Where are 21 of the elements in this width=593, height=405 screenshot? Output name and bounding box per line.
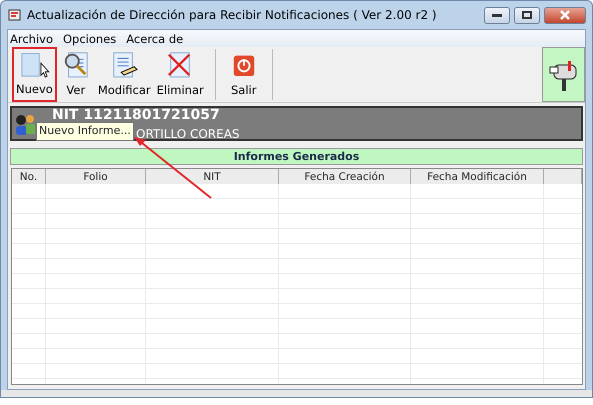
toolbar-button[interactable]: Eliminar <box>154 47 207 102</box>
toolbar-button[interactable]: Nuevo <box>12 47 57 102</box>
minimize-button[interactable] <box>484 6 510 24</box>
toolbar-button[interactable]: Ver <box>56 47 95 102</box>
maximize-button[interactable] <box>514 6 540 24</box>
logo-panel[interactable] <box>542 47 585 102</box>
menu-item[interactable]: Archivo <box>10 31 53 46</box>
app-icon <box>7 7 23 23</box>
tooltip: Nuevo Informe... <box>36 122 134 140</box>
maximize-icon <box>522 11 532 19</box>
section-header: Informes Generados <box>10 148 583 165</box>
toolbar-button[interactable]: Salir <box>224 47 264 102</box>
toolbar-button[interactable]: Modificar <box>94 47 154 102</box>
close-icon <box>559 10 571 20</box>
menu-item[interactable]: Opciones <box>63 31 116 46</box>
minimize-icon <box>492 14 502 16</box>
nit-number: NIT 11211801721057 <box>52 108 220 122</box>
menu-item[interactable]: Acerca de <box>126 31 184 46</box>
window-title: Actualización de Dirección para Recibir Notificaciones ( Ver 2.00 r2 ) <box>27 7 437 24</box>
close-button[interactable] <box>544 6 586 24</box>
taxpayer-name: ORTILLO COREAS <box>136 126 240 143</box>
